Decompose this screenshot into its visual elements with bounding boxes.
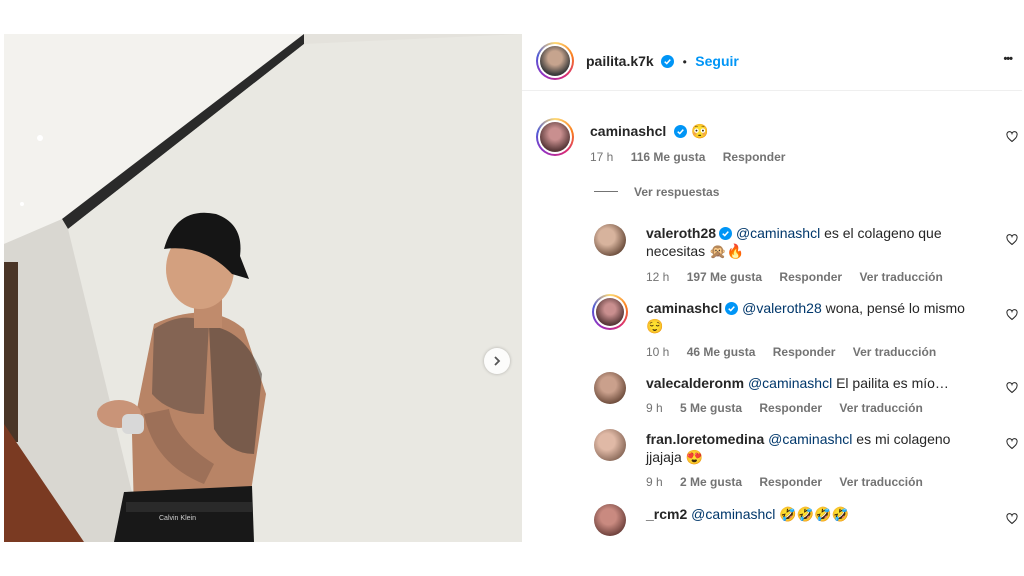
translate-button[interactable]: Ver traducción [839,401,922,415]
reply-time[interactable]: 12 h [646,270,669,284]
reply-text: es el colageno que [820,225,942,241]
heart-icon[interactable] [1006,438,1018,450]
replies-divider [594,191,618,192]
reply-comment: caminashcl @valeroth28 wona, pensé lo mi… [646,299,986,335]
mention-link[interactable]: @caminashcl [768,431,852,447]
reply-button[interactable]: Responder [773,345,836,359]
heart-icon[interactable] [1006,513,1018,525]
verified-badge-icon [661,55,675,68]
reply-avatar[interactable] [594,372,626,404]
reply-comment: valecalderonm @caminashcl El pailita es … [646,374,996,392]
comment-username[interactable]: caminashcl [590,123,666,139]
comment-text: 😳 [691,123,709,139]
translate-button[interactable]: Ver traducción [853,345,936,359]
next-image-button[interactable] [484,348,510,374]
heart-icon[interactable] [1006,131,1018,143]
reply-avatar[interactable] [594,429,626,461]
comments-panel: pailita.k7k • Seguir ••• caminashcl 😳 17… [522,34,1022,542]
follow-button[interactable]: Seguir [695,53,739,69]
reply-button[interactable]: Responder [759,401,822,415]
reply-time[interactable]: 10 h [646,345,669,359]
reply-meta: 9 h 2 Me gusta Responder Ver traducción [646,475,937,489]
view-replies-button[interactable]: Ver respuestas [634,185,719,199]
heart-icon[interactable] [1006,309,1018,321]
reply-text-cont: necesitas 🙊🔥 [646,243,744,259]
reply-text: es mi colageno [852,431,951,447]
reply-likes[interactable]: 46 Me gusta [687,345,756,359]
author-avatar[interactable] [536,42,574,80]
mention-link[interactable]: @caminashcl [736,225,820,241]
reply-text-cont: jjajaja 😍 [646,449,704,465]
reply-likes[interactable]: 2 Me gusta [680,475,742,489]
reply-meta: 9 h 5 Me gusta Responder Ver traducción [646,401,937,415]
reply-text: wona, pensé lo mismo [821,300,965,316]
reply-meta: 12 h 197 Me gusta Responder Ver traducci… [646,270,957,284]
reply-username[interactable]: fran.loretomedina [646,431,764,447]
verified-badge-icon [725,302,739,315]
more-options-button[interactable]: ••• [1003,53,1013,65]
waistband-text: Calvin Klein [159,515,196,522]
reply-text: El pailita es mío… [832,375,949,391]
chevron-right-icon [494,356,501,366]
heart-icon[interactable] [1006,382,1018,394]
reply-likes[interactable]: 197 Me gusta [687,270,762,284]
reply-likes[interactable]: 5 Me gusta [680,401,742,415]
reply-username[interactable]: valecalderonm [646,375,744,391]
main-comment-meta: 17 h 116 Me gusta Responder [590,150,799,164]
reply-button[interactable]: Responder [759,475,822,489]
main-comment: caminashcl 😳 [590,123,709,141]
commenter-avatar[interactable] [536,118,574,156]
reply-meta: 10 h 46 Me gusta Responder Ver traducció… [646,345,950,359]
reply-username[interactable]: _rcm2 [646,506,687,522]
reply-text-cont: 😌 [646,318,664,334]
heart-icon[interactable] [1006,234,1018,246]
author-username[interactable]: pailita.k7k [586,53,654,69]
comment-time[interactable]: 17 h [590,150,613,164]
reply-time[interactable]: 9 h [646,475,663,489]
reply-time[interactable]: 9 h [646,401,663,415]
mention-link[interactable]: @caminashcl [691,506,775,522]
header-separator: • [682,55,687,69]
reply-avatar[interactable] [594,224,626,256]
reply-comment: fran.loretomedina @caminashcl es mi cola… [646,430,996,466]
reply-username[interactable]: caminashcl [646,300,722,316]
mention-link[interactable]: @valeroth28 [742,300,822,316]
post-photo: Calvin Klein [4,34,522,542]
translate-button[interactable]: Ver traducción [839,475,922,489]
verified-badge-icon [673,125,687,138]
verified-badge-icon [719,227,733,240]
post-header: pailita.k7k • Seguir ••• [522,34,1022,91]
reply-button[interactable]: Responder [779,270,842,284]
reply-avatar[interactable] [592,294,628,330]
reply-avatar[interactable] [594,504,626,536]
translate-button[interactable]: Ver traducción [859,270,942,284]
mention-link[interactable]: @caminashcl [748,375,832,391]
reply-text: 🤣🤣🤣🤣 [775,506,850,522]
reply-comment: _rcm2 @caminashcl 🤣🤣🤣🤣 [646,505,996,523]
reply-comment: valeroth28 @caminashcl es el colageno qu… [646,224,986,260]
reply-button[interactable]: Responder [723,150,786,164]
comment-likes[interactable]: 116 Me gusta [631,150,706,164]
reply-username[interactable]: valeroth28 [646,225,716,241]
